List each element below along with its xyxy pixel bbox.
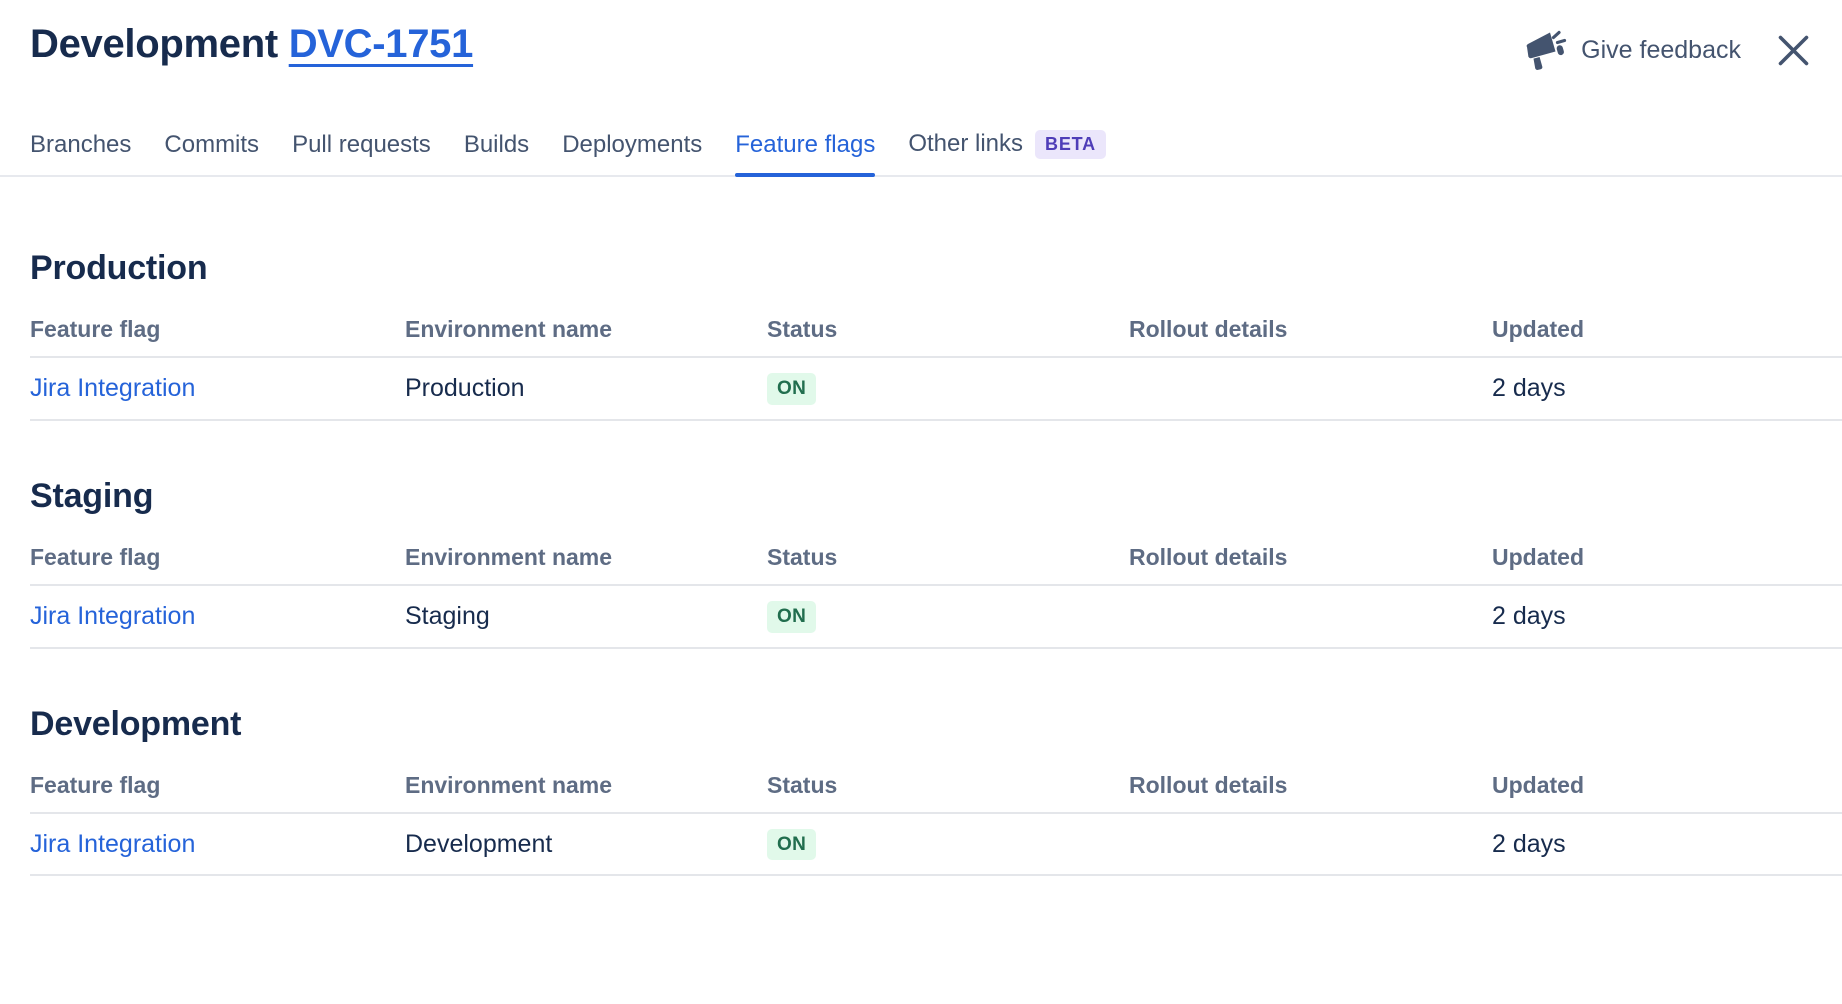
issue-key-link[interactable]: DVC-1751 xyxy=(289,22,473,66)
page-title: Development DVC-1751 xyxy=(30,22,473,67)
column-header-environment-name: Environment name xyxy=(405,532,767,585)
environment-name-cell: Production xyxy=(405,357,767,420)
megaphone-icon xyxy=(1523,30,1567,70)
column-header-status: Status xyxy=(767,760,1129,813)
beta-badge: BETA xyxy=(1035,130,1106,159)
tab-label: Branches xyxy=(30,131,131,159)
table-header-row: Feature flag Environment name Status Rol… xyxy=(30,532,1842,585)
rollout-details-cell xyxy=(1129,813,1492,876)
section-heading: Staging xyxy=(30,477,1842,516)
table-header-row: Feature flag Environment name Status Rol… xyxy=(30,304,1842,357)
close-button[interactable] xyxy=(1775,32,1812,69)
feature-flag-table: Feature flag Environment name Status Rol… xyxy=(30,760,1842,877)
section-heading: Development xyxy=(30,705,1842,744)
section-production: Production Feature flag Environment name… xyxy=(30,249,1842,421)
section-development: Development Feature flag Environment nam… xyxy=(30,705,1842,877)
rollout-details-cell xyxy=(1129,357,1492,420)
tab-branches[interactable]: Branches xyxy=(30,131,131,175)
column-header-environment-name: Environment name xyxy=(405,760,767,813)
column-header-feature-flag: Feature flag xyxy=(30,304,405,357)
status-badge: ON xyxy=(767,373,816,405)
section-heading: Production xyxy=(30,249,1842,288)
feature-flag-link[interactable]: Jira Integration xyxy=(30,602,195,630)
column-header-status: Status xyxy=(767,304,1129,357)
status-badge: ON xyxy=(767,829,816,861)
table-row: Jira Integration Staging ON 2 days xyxy=(30,585,1842,648)
page-title-text: Development xyxy=(30,22,278,66)
environment-name-cell: Development xyxy=(405,813,767,876)
close-icon xyxy=(1775,32,1812,69)
tab-other-links[interactable]: Other links BETA xyxy=(908,130,1106,175)
tab-commits[interactable]: Commits xyxy=(164,131,259,175)
table-row: Jira Integration Production ON 2 days xyxy=(30,357,1842,420)
environment-name-cell: Staging xyxy=(405,585,767,648)
rollout-details-cell xyxy=(1129,585,1492,648)
header-actions: Give feedback xyxy=(1523,30,1812,70)
give-feedback-label: Give feedback xyxy=(1581,36,1741,65)
tab-label: Other links xyxy=(908,130,1023,158)
tab-pull-requests[interactable]: Pull requests xyxy=(292,131,431,175)
tab-label: Builds xyxy=(464,131,529,159)
column-header-environment-name: Environment name xyxy=(405,304,767,357)
feature-flag-link[interactable]: Jira Integration xyxy=(30,374,195,402)
section-staging: Staging Feature flag Environment name St… xyxy=(30,477,1842,649)
panel-header: Development DVC-1751 Give feedback xyxy=(0,0,1842,70)
column-header-rollout-details: Rollout details xyxy=(1129,304,1492,357)
tab-builds[interactable]: Builds xyxy=(464,131,529,175)
tab-label: Deployments xyxy=(562,131,702,159)
column-header-status: Status xyxy=(767,532,1129,585)
column-header-updated: Updated xyxy=(1492,760,1842,813)
column-header-rollout-details: Rollout details xyxy=(1129,760,1492,813)
give-feedback-button[interactable]: Give feedback xyxy=(1523,30,1741,70)
dev-panel-tabs: Branches Commits Pull requests Builds De… xyxy=(0,130,1842,177)
tab-label: Commits xyxy=(164,131,259,159)
column-header-rollout-details: Rollout details xyxy=(1129,532,1492,585)
status-badge: ON xyxy=(767,601,816,633)
feature-flags-content: Production Feature flag Environment name… xyxy=(0,249,1842,877)
tab-deployments[interactable]: Deployments xyxy=(562,131,702,175)
tab-label: Pull requests xyxy=(292,131,431,159)
updated-cell: 2 days xyxy=(1492,813,1842,876)
tab-feature-flags[interactable]: Feature flags xyxy=(735,131,875,175)
tab-label: Feature flags xyxy=(735,131,875,159)
column-header-updated: Updated xyxy=(1492,532,1842,585)
column-header-updated: Updated xyxy=(1492,304,1842,357)
table-row: Jira Integration Development ON 2 days xyxy=(30,813,1842,876)
feature-flag-link[interactable]: Jira Integration xyxy=(30,830,195,858)
feature-flag-table: Feature flag Environment name Status Rol… xyxy=(30,532,1842,649)
column-header-feature-flag: Feature flag xyxy=(30,760,405,813)
feature-flag-table: Feature flag Environment name Status Rol… xyxy=(30,304,1842,421)
updated-cell: 2 days xyxy=(1492,357,1842,420)
table-header-row: Feature flag Environment name Status Rol… xyxy=(30,760,1842,813)
column-header-feature-flag: Feature flag xyxy=(30,532,405,585)
updated-cell: 2 days xyxy=(1492,585,1842,648)
